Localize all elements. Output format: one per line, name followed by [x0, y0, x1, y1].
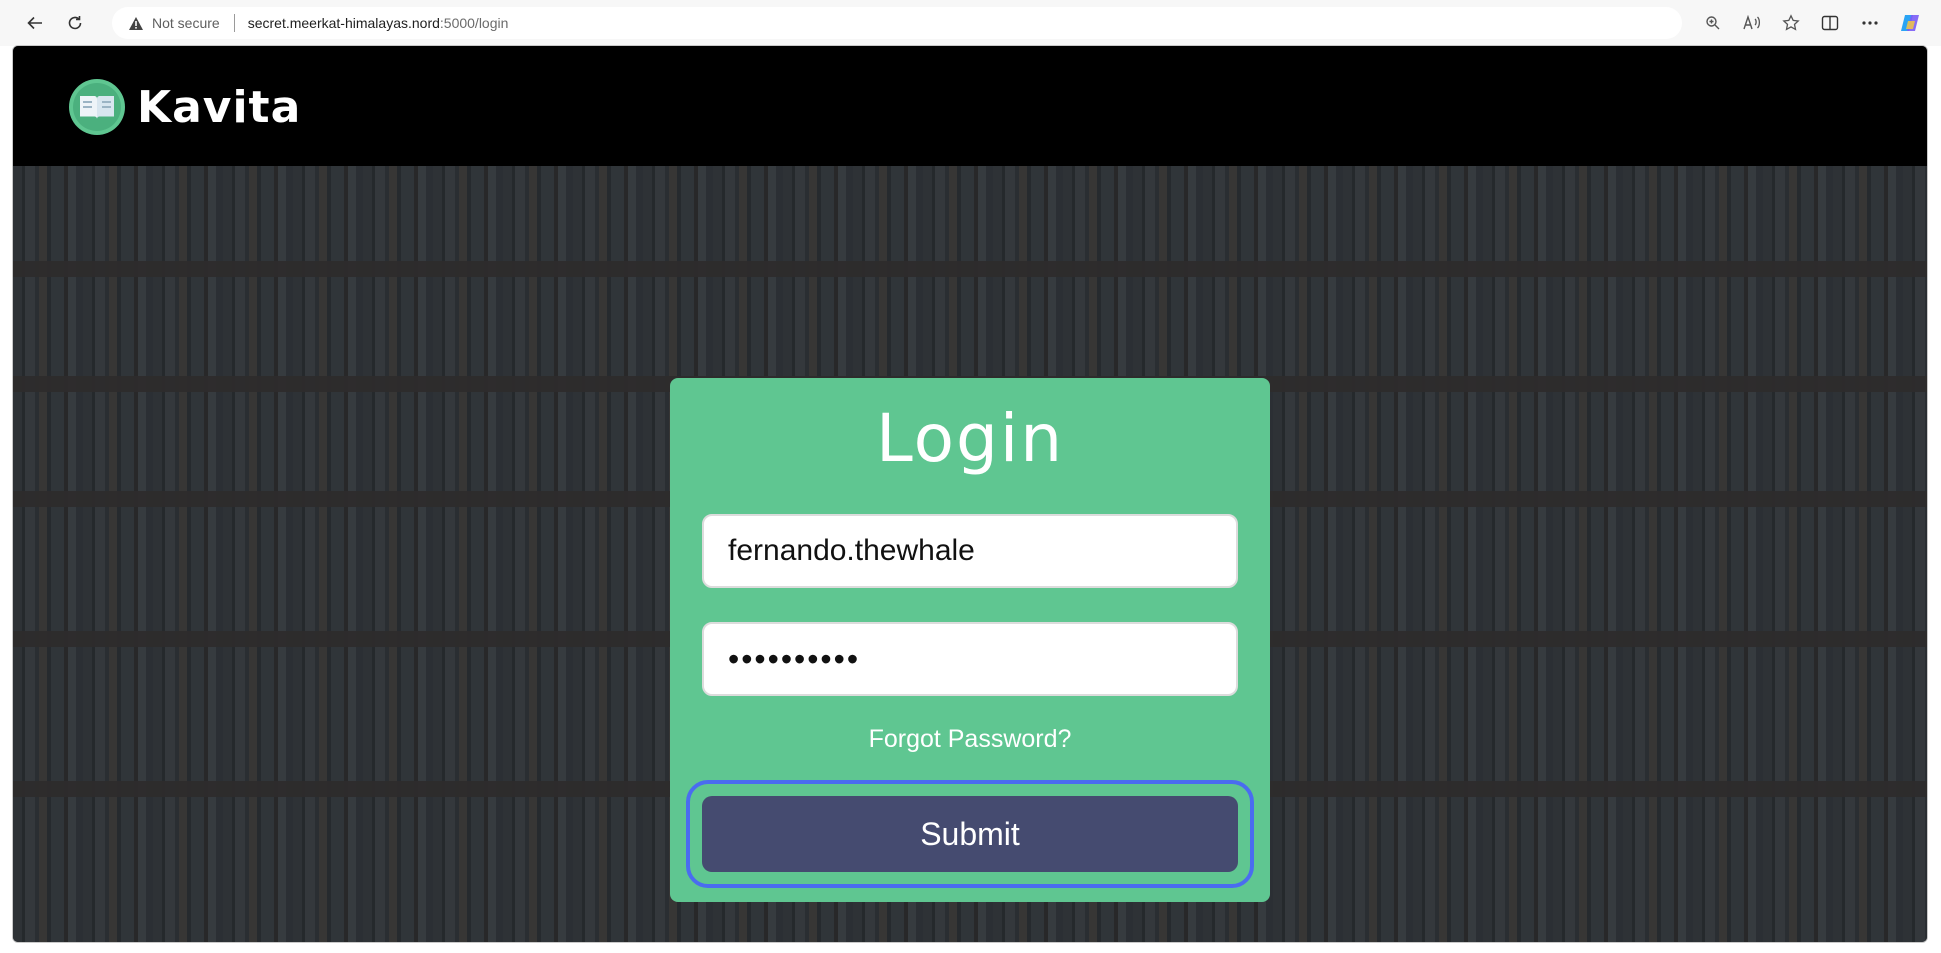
back-arrow-icon — [27, 16, 42, 30]
address-bar[interactable]: Not secure secret.meerkat-himalayas.nord… — [112, 7, 1682, 39]
username-input[interactable]: fernando.thewhale — [702, 514, 1238, 588]
reload-icon — [68, 16, 82, 30]
app-header: Kavita — [13, 46, 1927, 166]
submit-button[interactable]: Submit — [702, 796, 1238, 872]
address-divider — [233, 14, 235, 32]
read-aloud-icon — [1743, 15, 1761, 30]
copilot-icon — [1901, 15, 1919, 31]
browser-toolbar: Not secure secret.meerkat-himalayas.nord… — [0, 0, 1941, 46]
back-button[interactable] — [18, 6, 52, 40]
book-logo-icon — [69, 79, 125, 135]
favorite-button[interactable] — [1774, 6, 1808, 40]
split-screen-button[interactable] — [1813, 6, 1847, 40]
read-aloud-button[interactable] — [1735, 6, 1769, 40]
reload-button[interactable] — [58, 6, 92, 40]
password-input[interactable]: •••••••••• — [702, 622, 1238, 696]
zoom-button[interactable] — [1696, 6, 1730, 40]
more-icon — [1862, 21, 1878, 25]
star-icon — [1782, 14, 1800, 31]
zoom-icon — [1706, 16, 1720, 30]
warning-icon[interactable] — [128, 16, 144, 31]
split-screen-icon — [1821, 15, 1839, 31]
app-name: Kavita — [137, 81, 302, 133]
url-path[interactable]: :5000/login — [440, 15, 509, 31]
brand[interactable]: Kavita — [69, 79, 301, 135]
login-title: Login — [875, 400, 1065, 477]
copilot-button[interactable] — [1893, 6, 1927, 40]
page-viewport: Kavita Login fernando.thewhale •••••••••… — [12, 45, 1928, 943]
forgot-password-link[interactable]: Forgot Password? — [670, 725, 1270, 754]
url-host[interactable]: secret.meerkat-himalayas.nord — [248, 15, 440, 31]
browser-tools — [1696, 0, 1941, 46]
security-label[interactable]: Not secure — [152, 15, 220, 31]
login-card: Login fernando.thewhale •••••••••• Forgo… — [670, 378, 1270, 902]
more-button[interactable] — [1853, 6, 1887, 40]
